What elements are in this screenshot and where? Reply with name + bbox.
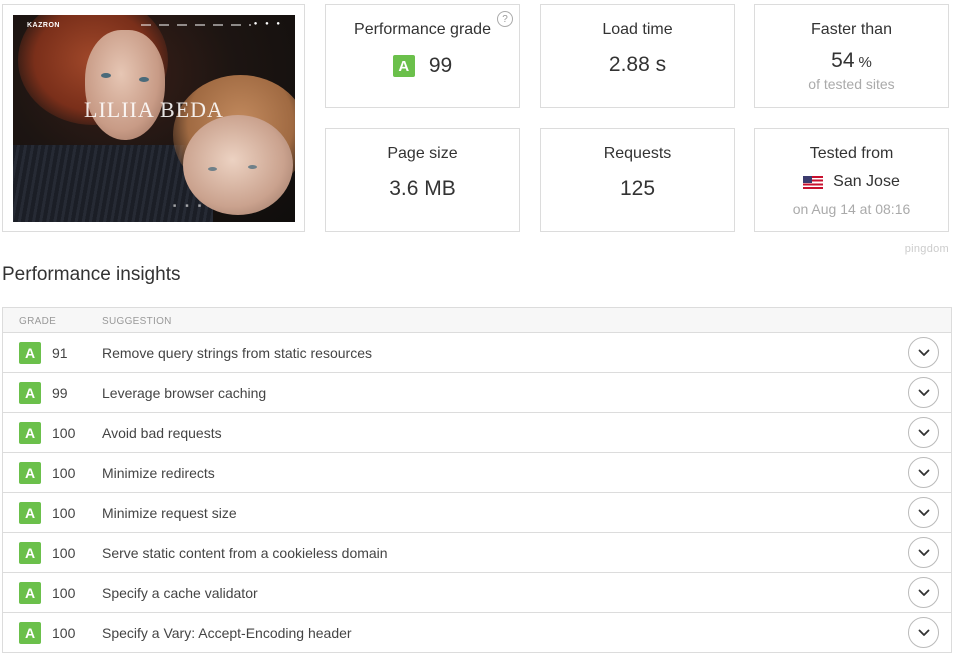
table-row[interactable]: A 100 Minimize request size — [3, 493, 951, 533]
site-screenshot-card: KAZRON ● ● ● LILIIA BEDA ■ ■ ■ — [2, 4, 305, 232]
table-row[interactable]: A 100 Specify a cache validator — [3, 573, 951, 613]
faster-than-sub: of tested sites — [808, 76, 895, 92]
screenshot-nav — [141, 24, 251, 26]
screenshot-headline: LILIIA BEDA — [84, 97, 224, 122]
pingdom-watermark: pingdom — [904, 243, 949, 255]
screenshot-slider-dots: ■ ■ ■ — [173, 203, 205, 209]
expand-button[interactable] — [908, 457, 939, 488]
chevron-down-icon — [918, 349, 929, 356]
score-value: 99 — [52, 385, 68, 401]
grade-badge: A — [19, 582, 41, 604]
table-row[interactable]: A 100 Serve static content from a cookiele… — [3, 533, 951, 573]
tested-from-label: Tested from — [809, 145, 894, 162]
suggestion-text: Minimize request size — [102, 505, 237, 521]
section-title: Performance insights — [2, 264, 181, 285]
table-row[interactable]: A 100 Specify a Vary: Accept-Encoding head… — [3, 613, 951, 653]
performance-grade-card: Performance grade ? A 99 — [325, 4, 520, 108]
site-screenshot: KAZRON ● ● ● LILIIA BEDA ■ ■ ■ — [13, 15, 295, 222]
score-value: 100 — [52, 585, 76, 601]
chevron-down-icon — [918, 389, 929, 396]
requests-label: Requests — [603, 145, 672, 162]
suggestion-text: Leverage browser caching — [102, 385, 267, 401]
tested-from-card: Tested from San Jose on Aug 14 at 08:16 — [754, 128, 949, 232]
suggestion-text: Specify a Vary: Accept-Encoding header — [102, 625, 352, 641]
chevron-down-icon — [918, 429, 929, 436]
page-size-label: Page size — [387, 145, 458, 162]
score-value: 91 — [52, 345, 68, 361]
chevron-down-icon — [918, 629, 929, 636]
page-size-card: Page size 3.6 MB — [325, 128, 520, 232]
screenshot-brand: KAZRON — [27, 22, 60, 29]
grade-badge: A — [19, 382, 41, 404]
faster-than-label: Faster than — [811, 21, 892, 38]
requests-card: Requests 125 — [540, 128, 735, 232]
score-value: 100 — [52, 425, 76, 441]
expand-button[interactable] — [908, 537, 939, 568]
suggestion-text: Specify a cache validator — [102, 585, 258, 601]
screenshot-nav-icons: ● ● ● — [253, 21, 283, 27]
expand-button[interactable] — [908, 337, 939, 368]
suggestion-text: Remove query strings from static resourc… — [102, 345, 372, 361]
table-header: GRADE SUGGESTION — [3, 308, 951, 333]
expand-button[interactable] — [908, 577, 939, 608]
tested-from-date: on Aug 14 at 08:16 — [792, 201, 911, 217]
suggestion-text: Avoid bad requests — [102, 425, 222, 441]
faster-than-card: Faster than 54% of tested sites — [754, 4, 949, 108]
grade-badge: A — [19, 462, 41, 484]
load-time-value: 2.88 s — [608, 53, 667, 76]
score-value: 100 — [52, 505, 76, 521]
load-time-card: Load time 2.88 s — [540, 4, 735, 108]
performance-grade-label: Performance grade — [354, 21, 491, 38]
grade-badge: A — [19, 422, 41, 444]
suggestion-text: Serve static content from a cookieless d… — [102, 545, 388, 561]
page-size-value: 3.6 MB — [389, 177, 456, 200]
table-row[interactable]: A 100 Minimize redirects — [3, 453, 951, 493]
score-value: 100 — [52, 465, 76, 481]
grade-badge: A — [19, 342, 41, 364]
expand-button[interactable] — [908, 497, 939, 528]
chevron-down-icon — [918, 509, 929, 516]
chevron-down-icon — [918, 549, 929, 556]
us-flag-icon — [803, 175, 824, 189]
column-header-suggestion: SUGGESTION — [102, 316, 172, 327]
grade-badge: A — [19, 502, 41, 524]
expand-button[interactable] — [908, 617, 939, 648]
chevron-down-icon — [918, 469, 929, 476]
chevron-down-icon — [918, 589, 929, 596]
faster-than-unit: % — [858, 54, 872, 71]
faster-than-value: 54 — [831, 49, 855, 72]
expand-button[interactable] — [908, 417, 939, 448]
suggestion-text: Minimize redirects — [102, 465, 215, 481]
tested-from-location: San Jose — [833, 173, 900, 190]
requests-value: 125 — [619, 177, 656, 200]
score-value: 100 — [52, 625, 76, 641]
column-header-grade: GRADE — [19, 316, 57, 327]
table-row[interactable]: A 100 Avoid bad requests — [3, 413, 951, 453]
table-row[interactable]: A 99 Leverage browser caching — [3, 373, 951, 413]
grade-badge: A — [19, 622, 41, 644]
help-icon[interactable]: ? — [497, 11, 513, 27]
grade-badge: A — [392, 55, 415, 77]
expand-button[interactable] — [908, 377, 939, 408]
grade-badge: A — [19, 542, 41, 564]
table-row[interactable]: A 91 Remove query strings from static reso… — [3, 333, 951, 373]
performance-grade-value: 99 — [428, 54, 453, 77]
load-time-label: Load time — [602, 21, 673, 38]
score-value: 100 — [52, 545, 76, 561]
insights-table: GRADE SUGGESTION A 91 Remove query strings… — [2, 307, 952, 653]
